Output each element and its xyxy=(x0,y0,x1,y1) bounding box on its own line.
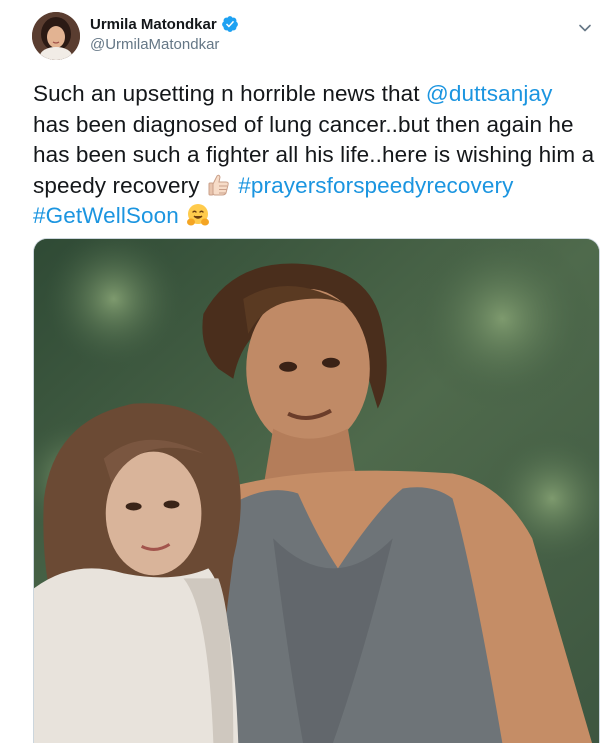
tweet-text-segment: speedy recovery xyxy=(33,172,206,198)
thumbs-up-emoji xyxy=(206,172,232,198)
tweet-text: Such an upsetting n horrible news that @… xyxy=(33,79,595,232)
avatar-photo xyxy=(32,12,80,60)
tweet-text-line: #GetWellSoon xyxy=(33,201,593,232)
tweet-card: Urmila Matondkar @UrmilaMatondkar Such a… xyxy=(0,0,610,743)
hashtag-link[interactable]: #GetWellSoon xyxy=(33,203,179,228)
tweet-text-line: has been such a fighter all his life..he… xyxy=(33,140,595,171)
tweet-text-line: Such an upsetting n horrible news that @… xyxy=(33,79,593,110)
tweet-photo[interactable] xyxy=(33,238,600,743)
hashtag-link[interactable]: #prayersforspeedyrecovery xyxy=(238,173,513,198)
tweet-text-segment: has been such a fighter all his life..he… xyxy=(33,142,595,167)
tweet-text-line: speedy recovery #prayersforspeedyrecover… xyxy=(33,171,593,202)
chevron-down-icon xyxy=(579,24,591,32)
author-handle[interactable]: @UrmilaMatondkar xyxy=(90,36,239,53)
more-options-button[interactable] xyxy=(573,16,597,40)
author-display-name[interactable]: Urmila Matondkar xyxy=(90,16,217,33)
photo-image xyxy=(34,239,599,743)
tweet-text-line: has been diagnosed of lung cancer..but t… xyxy=(33,110,593,141)
tweet-text-segment: has been diagnosed of lung cancer..but t… xyxy=(33,111,574,137)
tweet-text-segment: Such an upsetting n horrible news that xyxy=(33,81,426,106)
mention-link[interactable]: @duttsanjay xyxy=(426,81,553,106)
avatar[interactable] xyxy=(32,12,80,60)
verified-badge-icon xyxy=(221,15,239,33)
author-block: Urmila Matondkar @UrmilaMatondkar xyxy=(90,14,239,53)
author-name-row: Urmila Matondkar xyxy=(90,14,239,34)
hugging-face-emoji xyxy=(185,202,211,228)
